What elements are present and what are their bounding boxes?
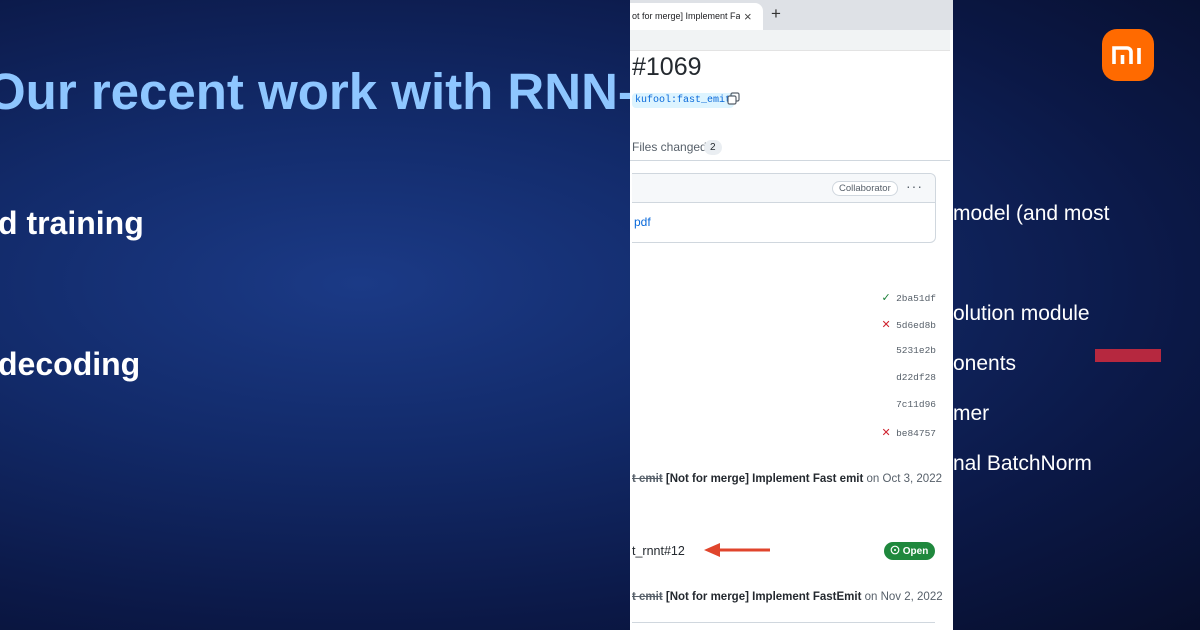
slide-bullet-components: onents xyxy=(953,352,1017,375)
collaborator-badge: Collaborator xyxy=(832,181,898,196)
commit-row[interactable]: 5231e2b xyxy=(896,345,936,356)
slide-bullet-convolution: olution module xyxy=(953,302,1090,325)
title-change-event: t emit [Not for merge] Implement Fast em… xyxy=(632,473,942,485)
files-changed-counter: 2 xyxy=(704,140,722,155)
slide-title: Our recent work with RNN-T xyxy=(0,63,667,120)
browser-tab-title: ot for merge] Implement Fast xyxy=(632,11,740,21)
commit-sha[interactable]: 5231e2b xyxy=(896,345,936,356)
slide-bullet-decoding: decoding xyxy=(0,346,141,382)
slide-bullet-batchnorm: nal BatchNorm xyxy=(953,452,1092,475)
pr-number: #1069 xyxy=(632,53,702,81)
x-icon: ✕ xyxy=(881,318,891,331)
red-arrow-icon xyxy=(704,543,770,557)
browser-tab[interactable]: ot for merge] Implement Fast × xyxy=(630,3,763,30)
branch-label[interactable]: kufool:fast_emit xyxy=(632,93,735,108)
old-title: t emit xyxy=(632,591,663,603)
copy-icon[interactable] xyxy=(727,92,740,110)
commit-sha[interactable]: 5d6ed8b xyxy=(896,320,936,331)
presentation-slide: Our recent work with RNN-T d training de… xyxy=(0,0,1200,630)
commit-sha[interactable]: 2ba51df xyxy=(896,293,936,304)
open-issue-icon xyxy=(890,545,900,555)
x-icon: ✕ xyxy=(881,426,891,439)
event-on: on xyxy=(866,473,880,485)
tabs-divider xyxy=(630,160,950,161)
tab-files-changed[interactable]: Files changed xyxy=(632,140,707,154)
cross-reference-link[interactable]: t_rnnt#12 xyxy=(632,544,685,558)
address-bar[interactable] xyxy=(630,30,950,51)
commit-row[interactable]: ✕ be84757 xyxy=(880,426,936,439)
new-title: [Not for merge] Implement Fast emit xyxy=(665,473,864,485)
new-title: [Not for merge] Implement FastEmit xyxy=(665,591,862,603)
browser-tab-strip: ot for merge] Implement Fast × + xyxy=(630,0,953,30)
browser-screenshot-panel: ot for merge] Implement Fast × + #1069 k… xyxy=(630,0,953,630)
accent-bar xyxy=(1095,349,1161,362)
more-options-icon[interactable]: ··· xyxy=(906,178,923,194)
slide-bullet-training: d training xyxy=(0,205,144,241)
timeline-divider xyxy=(632,622,935,623)
slide-bullet-former: mer xyxy=(953,402,990,425)
slide-bullet-model: model (and most xyxy=(953,202,1110,225)
xiaomi-logo xyxy=(1102,29,1154,81)
comment-header: Collaborator ··· xyxy=(632,174,935,203)
commit-row[interactable]: d22df28 xyxy=(896,372,936,383)
close-icon[interactable]: × xyxy=(744,3,752,30)
title-change-event: t emit [Not for merge] Implement FastEmi… xyxy=(632,591,943,603)
new-tab-icon[interactable]: + xyxy=(771,4,781,24)
commit-sha[interactable]: be84757 xyxy=(896,428,936,439)
commit-row[interactable]: ✓ 2ba51df xyxy=(880,291,936,304)
open-status-label: Open xyxy=(902,546,929,557)
old-title: t emit xyxy=(632,473,663,485)
commit-sha[interactable]: 7c11d96 xyxy=(896,399,936,410)
commit-sha[interactable]: d22df28 xyxy=(896,372,936,383)
commit-row[interactable]: 7c11d96 xyxy=(896,399,936,410)
attachment-link[interactable]: pdf xyxy=(634,215,651,229)
comment-box: Collaborator ··· pdf xyxy=(632,173,936,243)
event-on: on xyxy=(864,591,878,603)
check-icon: ✓ xyxy=(881,291,891,304)
mi-logo-icon xyxy=(1112,46,1141,64)
event-date[interactable]: Oct 3, 2022 xyxy=(883,473,942,485)
commit-row[interactable]: ✕ 5d6ed8b xyxy=(880,318,936,331)
open-status-badge: Open xyxy=(884,542,936,560)
event-date[interactable]: Nov 2, 2022 xyxy=(881,591,943,603)
